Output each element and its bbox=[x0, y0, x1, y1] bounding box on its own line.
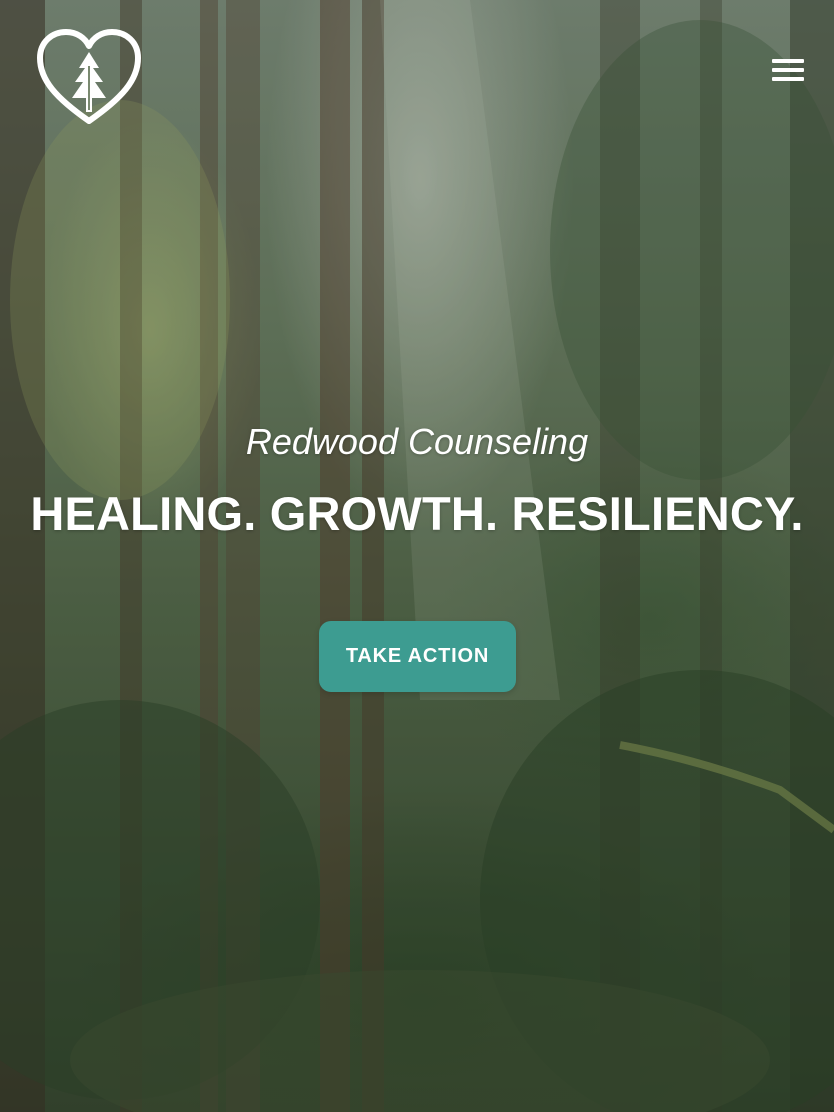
hero-headline: HEALING. GROWTH. RESILIENCY. bbox=[30, 487, 804, 540]
hero-section: Redwood Counseling HEALING. GROWTH. RESI… bbox=[0, 0, 834, 1112]
hero-subtitle: Redwood Counseling bbox=[245, 421, 589, 462]
heart-tree-logo-icon[interactable] bbox=[36, 28, 142, 128]
background-overlay bbox=[0, 0, 834, 1112]
hamburger-menu-icon[interactable] bbox=[766, 56, 810, 88]
take-action-button[interactable]: TAKE ACTION bbox=[319, 621, 516, 692]
